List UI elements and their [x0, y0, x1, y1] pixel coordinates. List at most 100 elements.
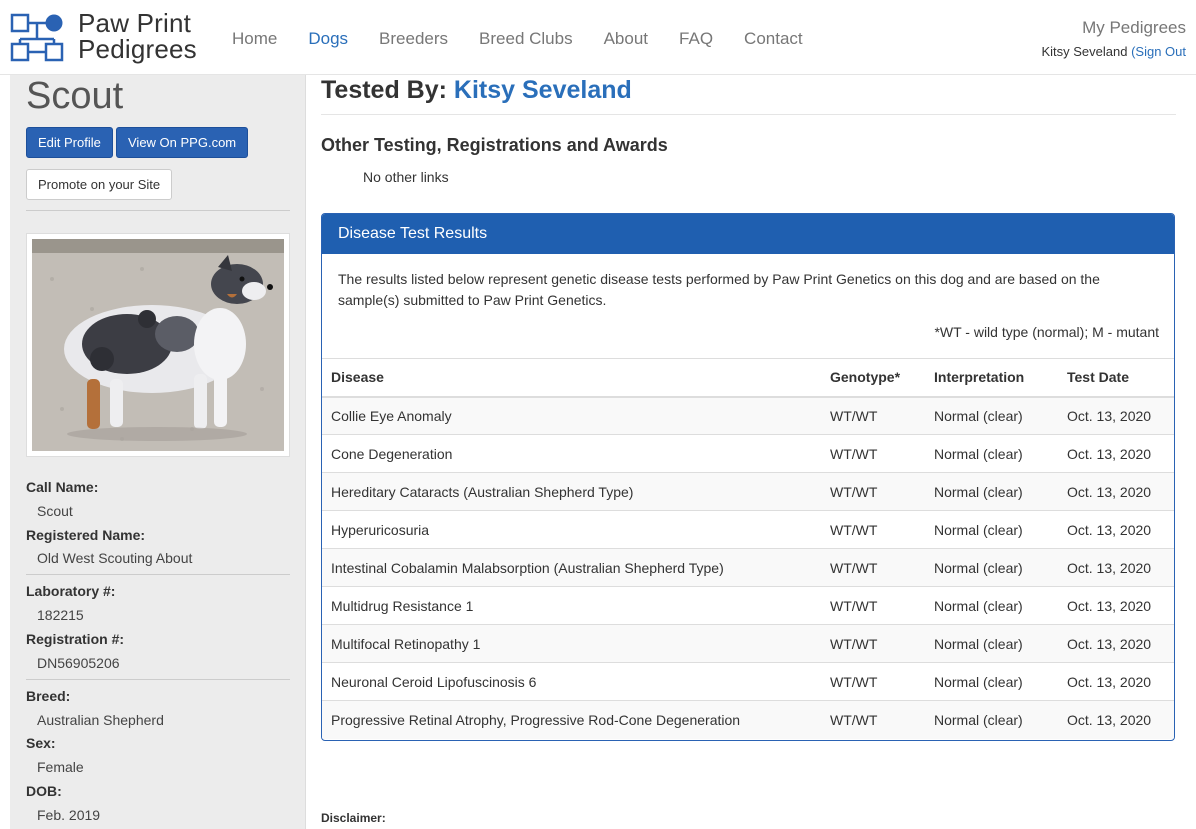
view-on-ppg-button[interactable]: View On PPG.com: [116, 127, 249, 158]
no-other-links-text: No other links: [363, 169, 449, 185]
sex-label: Sex:: [26, 735, 56, 751]
dog-name-title: Scout: [26, 75, 124, 117]
interpretation-cell: Normal (clear): [925, 624, 1058, 663]
disease-results-panel: Disease Test Results The results listed …: [321, 213, 1175, 741]
top-navbar: Paw Print Pedigrees Home Dogs Breeders B…: [0, 0, 1196, 75]
dob-label: DOB:: [26, 783, 62, 799]
date-cell: Oct. 13, 2020: [1058, 472, 1174, 511]
date-cell: Oct. 13, 2020: [1058, 662, 1174, 701]
dog-sidebar: Scout Edit Profile View On PPG.com Promo…: [10, 75, 306, 829]
interpretation-cell: Normal (clear): [925, 662, 1058, 701]
disease-cell: Multifocal Retinopathy 1: [322, 624, 821, 663]
nav-breeders[interactable]: Breeders: [379, 29, 448, 49]
interpretation-cell: Normal (clear): [925, 472, 1058, 511]
dog-details-list: Breed: Australian Shepherd Sex: Female D…: [26, 688, 164, 829]
genotype-cell: WT/WT: [821, 472, 925, 511]
genotype-cell: WT/WT: [821, 396, 925, 435]
interpretation-cell: Normal (clear): [925, 510, 1058, 549]
disease-cell: Hereditary Cataracts (Australian Shepher…: [322, 472, 821, 511]
call-name-value: Scout: [37, 503, 73, 519]
col-interpretation: Interpretation: [925, 358, 1058, 398]
table-row: Multidrug Resistance 1 WT/WT Normal (cle…: [322, 586, 1174, 625]
interpretation-cell: Normal (clear): [925, 700, 1058, 739]
logo-line-2: Pedigrees: [78, 34, 197, 64]
disease-cell: Multidrug Resistance 1: [322, 586, 821, 625]
laboratory-value: 182215: [37, 607, 84, 623]
date-cell: Oct. 13, 2020: [1058, 700, 1174, 739]
nav-contact[interactable]: Contact: [744, 29, 803, 49]
date-cell: Oct. 13, 2020: [1058, 396, 1174, 435]
date-cell: Oct. 13, 2020: [1058, 548, 1174, 587]
registered-name-value: Old West Scouting About: [37, 550, 193, 566]
genotype-cell: WT/WT: [821, 586, 925, 625]
results-description: The results listed below represent genet…: [338, 271, 1100, 308]
date-cell: Oct. 13, 2020: [1058, 510, 1174, 549]
registration-label: Registration #:: [26, 631, 125, 647]
edit-profile-button[interactable]: Edit Profile: [26, 127, 113, 158]
pedigree-logo-icon: [10, 13, 64, 62]
my-pedigrees-link[interactable]: My Pedigrees: [1041, 18, 1186, 38]
tested-by-label: Tested By:: [321, 76, 447, 104]
disease-cell: Cone Degeneration: [322, 434, 821, 473]
genotype-cell: WT/WT: [821, 548, 925, 587]
dog-names-list: Call Name: Scout Registered Name: Old We…: [26, 479, 192, 573]
table-row: Progressive Retinal Atrophy, Progressive…: [322, 700, 1174, 739]
sidebar-divider: [26, 679, 290, 680]
dog-photo: [32, 239, 284, 451]
interpretation-cell: Normal (clear): [925, 434, 1058, 473]
tested-by-link[interactable]: Kitsy Seveland: [454, 76, 632, 104]
promote-button[interactable]: Promote on your Site: [26, 169, 173, 200]
dob-value: Feb. 2019: [37, 807, 101, 823]
nav-dogs[interactable]: Dogs: [308, 29, 348, 49]
table-row: Multifocal Retinopathy 1 WT/WT Normal (c…: [322, 624, 1174, 663]
nav-home[interactable]: Home: [232, 29, 277, 49]
registered-name-label: Registered Name:: [26, 527, 146, 543]
breed-label: Breed:: [26, 688, 71, 704]
nav-about[interactable]: About: [604, 29, 648, 49]
table-row: Collie Eye Anomaly WT/WT Normal (clear) …: [322, 396, 1174, 435]
table-row: Hyperuricosuria WT/WT Normal (clear) Oct…: [322, 510, 1174, 549]
user-area: My Pedigrees Kitsy Seveland (Sign Out: [1041, 18, 1186, 59]
interpretation-cell: Normal (clear): [925, 396, 1058, 435]
disease-cell: Collie Eye Anomaly: [322, 396, 821, 435]
results-table: Disease Genotype* Interpretation Test Da…: [322, 358, 1174, 739]
disclaimer-label: Disclaimer:: [321, 811, 386, 825]
table-row: Neuronal Ceroid Lipofuscinosis 6 WT/WT N…: [322, 662, 1174, 701]
disease-cell: Hyperuricosuria: [322, 510, 821, 549]
interpretation-cell: Normal (clear): [925, 548, 1058, 587]
genotype-legend: *WT - wild type (normal); M - mutant: [934, 324, 1159, 340]
genotype-cell: WT/WT: [821, 510, 925, 549]
panel-title: Disease Test Results: [322, 214, 1174, 254]
table-header-row: Disease Genotype* Interpretation Test Da…: [322, 358, 1174, 398]
disease-cell: Progressive Retinal Atrophy, Progressive…: [322, 700, 821, 739]
table-row: Hereditary Cataracts (Australian Shepher…: [322, 472, 1174, 511]
user-line: Kitsy Seveland (Sign Out: [1041, 44, 1186, 59]
date-cell: Oct. 13, 2020: [1058, 624, 1174, 663]
date-cell: Oct. 13, 2020: [1058, 586, 1174, 625]
logo-text: Paw Print Pedigrees: [78, 10, 197, 62]
genotype-cell: WT/WT: [821, 434, 925, 473]
sign-out-link[interactable]: (Sign Out: [1131, 44, 1186, 59]
genotype-cell: WT/WT: [821, 662, 925, 701]
sidebar-divider: [26, 574, 290, 575]
col-test-date: Test Date: [1058, 358, 1174, 398]
col-disease: Disease: [322, 358, 821, 398]
sidebar-divider: [26, 210, 290, 211]
main-nav: Home Dogs Breeders Breed Clubs About FAQ…: [232, 29, 834, 49]
disease-cell: Neuronal Ceroid Lipofuscinosis 6: [322, 662, 821, 701]
nav-breed-clubs[interactable]: Breed Clubs: [479, 29, 573, 49]
laboratory-label: Laboratory #:: [26, 583, 116, 599]
genotype-cell: WT/WT: [821, 700, 925, 739]
logo[interactable]: Paw Print Pedigrees: [10, 10, 210, 66]
sex-value: Female: [37, 759, 84, 775]
breed-value: Australian Shepherd: [37, 712, 164, 728]
dog-ids-list: Laboratory #: 182215 Registration #: DN5…: [26, 583, 124, 679]
nav-faq[interactable]: FAQ: [679, 29, 713, 49]
registration-value: DN56905206: [37, 655, 120, 671]
col-genotype: Genotype*: [821, 358, 925, 398]
tested-by-heading: Tested By: Kitsy Seveland: [321, 76, 632, 105]
table-row: Cone Degeneration WT/WT Normal (clear) O…: [322, 434, 1174, 473]
interpretation-cell: Normal (clear): [925, 586, 1058, 625]
heading-divider: [321, 114, 1176, 115]
user-name: Kitsy Seveland: [1041, 44, 1128, 59]
